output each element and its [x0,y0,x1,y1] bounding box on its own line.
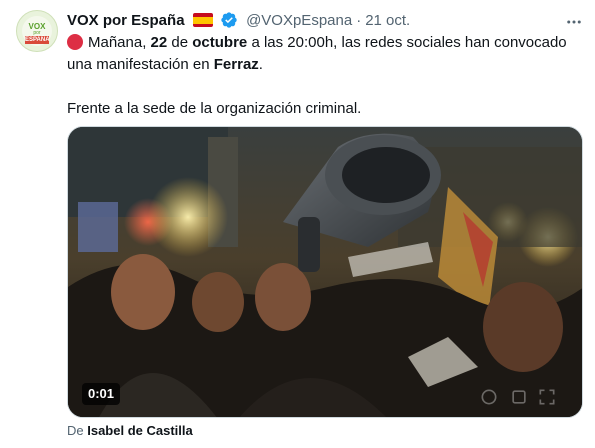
user-handle[interactable]: @VOXpEspana [246,12,352,29]
tweet-header: VOX por España @VOXpEspana · 21 oct. [67,10,410,32]
video-player[interactable]: 0:01 [67,126,583,418]
video-source-attribution: De Isabel de Castilla [67,422,193,440]
tweet-text-line-2: una manifestación en Ferraz. [67,56,263,73]
fullscreen-icon[interactable] [537,387,557,407]
source-name-link[interactable]: Isabel de Castilla [87,423,193,438]
more-options-icon[interactable] [565,13,583,31]
settings-icon[interactable] [509,387,529,407]
video-timestamp: 0:01 [82,383,121,405]
spain-flag-icon [192,13,213,27]
red-circle-icon [67,34,83,50]
source-prefix: De [67,423,88,438]
display-name[interactable]: VOX por España [67,12,185,29]
video-frame [68,127,582,417]
rewind-icon[interactable] [479,387,499,407]
avatar[interactable]: VOX por ESPAÑA [16,10,58,52]
tweet-text-line-1: Mañana, 22 de octubre a las 20:00h, las … [67,32,582,54]
avatar-logo-band: ESPAÑA [25,36,50,44]
avatar-logo: VOX por ESPAÑA [22,16,52,46]
tweet-text-line-3: Frente a la sede de la organización crim… [67,100,362,117]
tweet-text: Mañana, 22 de octubre a las 20:00h, las … [67,32,582,120]
separator-dot: · [356,12,362,29]
tweet-date[interactable]: 21 oct. [365,12,410,29]
avatar-logo-band-text: ESPAÑA [25,37,50,43]
verified-badge-icon [221,12,237,28]
